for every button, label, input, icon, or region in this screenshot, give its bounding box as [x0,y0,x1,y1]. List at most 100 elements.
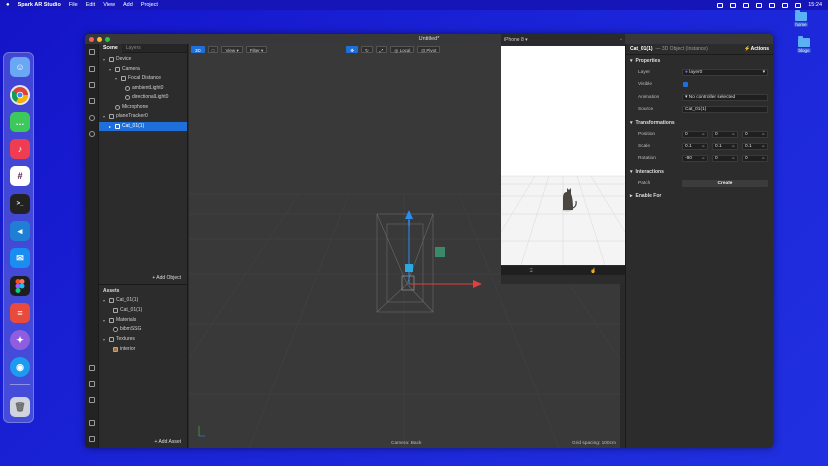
stepper-icon[interactable]: ◂▸ [761,144,765,149]
tree-item-focal-distance[interactable]: ▾ Focal Distance [115,74,187,83]
scene-panel-icon[interactable] [89,49,95,55]
console-icon[interactable] [89,436,95,442]
section-properties[interactable]: ▾ Properties [630,58,660,64]
source-field[interactable]: Cat_01(1) [682,106,768,113]
position-z-input[interactable]: 0 ◂▸ [742,131,768,138]
zoom-window-icon[interactable] [105,36,110,42]
scale-x-input[interactable]: 0.1 ◂▸ [682,143,708,150]
spark-ar-icon[interactable]: ✦ [10,330,30,350]
menu-app-name[interactable]: Spark AR Studio [18,2,61,8]
pivot-button[interactable]: ⊡ Pivot [417,46,441,53]
menu-view[interactable]: View [103,2,115,8]
view-2d-button[interactable]: □ [207,46,219,53]
caret-down-icon[interactable]: ▾ [103,296,107,305]
asset-item-material[interactable]: bibmSSG [113,325,187,334]
scale-tool-icon[interactable]: ⤢ [375,46,388,53]
share-icon[interactable] [89,381,95,387]
tree-item-microphone[interactable]: Microphone [115,103,187,112]
slack-icon[interactable]: # [10,166,30,186]
stepper-icon[interactable]: ◂▸ [731,156,735,161]
position-x-input[interactable]: 0 ◂▸ [682,131,708,138]
simulator-screen[interactable] [501,46,625,265]
actions-button[interactable]: ⚡Actions [744,46,769,52]
patch-editor-icon[interactable] [89,98,95,104]
search-icon[interactable] [782,2,789,8]
screen-record-icon[interactable] [717,2,724,8]
stepper-icon[interactable]: ◂▸ [761,156,765,161]
control-center-icon[interactable] [795,2,802,8]
menubar-clock[interactable]: 15:24 [808,2,822,8]
export-icon[interactable] [89,365,95,371]
battery-icon[interactable] [756,2,763,8]
figma-icon[interactable] [10,276,30,296]
tab-scene[interactable]: Scene [99,43,122,53]
local-space-button[interactable]: ◎ Local [390,46,415,53]
caret-down-icon[interactable]: ▾ [103,335,107,344]
section-interactions[interactable]: ▾ Interactions [630,169,664,175]
tree-item-camera[interactable]: ▾ Camera [109,65,187,74]
caret-down-icon[interactable]: ▾ [109,65,113,74]
tree-item-plane-tracker[interactable]: ▾ planeTracker0 [103,112,187,121]
mail-icon[interactable]: ✉ [10,248,30,268]
upload-icon[interactable] [89,397,95,403]
stepper-icon[interactable]: ◂▸ [761,132,765,137]
search-icon[interactable] [89,131,95,137]
list-icon[interactable] [89,420,95,426]
caret-down-icon[interactable]: ▾ [103,316,107,325]
device-selector[interactable]: iPhone 8 ▾ [504,37,528,43]
messages-icon[interactable]: … [10,112,30,132]
dropbox-icon[interactable] [743,2,750,8]
desktop-folder-home[interactable]: home [790,10,812,27]
caret-down-icon[interactable]: ▾ [115,74,119,83]
apple-menu-icon[interactable]: ● [6,2,10,8]
vscode-icon[interactable]: ◂ [10,221,30,241]
move-tool-icon[interactable]: ✥ [346,46,359,53]
finder-icon[interactable]: ☺ [10,57,30,77]
terminal-icon[interactable]: >_ [10,194,30,214]
asset-item-cat-mesh[interactable]: Cat_01(1) [113,306,187,315]
add-object-button[interactable]: + Add Object [152,275,181,281]
desktop-folder-blogo[interactable]: blogo [793,36,815,53]
create-patch-button[interactable]: Create [682,180,768,187]
rotation-z-input[interactable]: 0 ◂▸ [742,155,768,162]
menu-add[interactable]: Add [123,2,133,8]
position-y-input[interactable]: 0 ◂▸ [712,131,738,138]
view-menu-button[interactable]: View ▾ [221,46,243,53]
scale-z-input[interactable]: 0.1 ◂▸ [742,143,768,150]
asset-item-materials[interactable]: ▾ Materials [103,316,187,325]
stepper-icon[interactable]: ◂▸ [731,144,735,149]
caret-down-icon[interactable]: ▾ [103,112,107,121]
filter-menu-button[interactable]: Filter ▾ [245,46,268,53]
section-transformations[interactable]: ▾ Transformations [630,120,675,126]
tweetbot-icon[interactable]: ◉ [10,357,30,377]
camera-icon[interactable] [89,66,95,72]
touch-icon[interactable]: ☝ [590,268,596,274]
tree-item-ambient-light[interactable]: ambientLight0 [125,84,187,93]
music-icon[interactable]: ♪ [10,139,30,159]
scale-y-input[interactable]: 0.1 ◂▸ [712,143,738,150]
grid-icon[interactable] [89,82,95,88]
screenshot-icon[interactable]: ⌻ [530,268,533,274]
tree-item-cat-selected[interactable]: ▸ Cat_01(1) [99,122,187,131]
caret-down-icon[interactable]: ▾ [103,55,107,64]
stepper-icon[interactable]: ◂▸ [731,132,735,137]
add-asset-button[interactable]: + Add Asset [154,439,181,445]
minimize-window-icon[interactable] [97,36,102,42]
wifi-icon[interactable] [769,2,776,8]
tab-layers[interactable]: Layers [122,44,145,53]
asset-item-textures[interactable]: ▾ Textures [103,335,187,344]
stepper-icon[interactable]: ◂▸ [701,156,705,161]
stepper-icon[interactable]: ◂▸ [701,144,705,149]
chrome-icon[interactable] [10,85,30,105]
stepper-icon[interactable]: ◂▸ [701,132,705,137]
caret-right-icon[interactable]: ▸ [109,122,113,131]
close-window-icon[interactable] [89,36,94,42]
rotate-tool-icon[interactable]: ↻ [361,46,373,53]
menu-edit[interactable]: Edit [86,2,95,8]
refresh-icon[interactable] [89,115,95,121]
asset-item-texture[interactable]: interior [113,345,187,354]
asset-item-cat[interactable]: ▾ Cat_01(1) [103,296,187,305]
tree-item-device[interactable]: ▾ Device [103,55,187,64]
menu-file[interactable]: File [69,2,78,8]
layer-select[interactable]: ● layer0 ▾ [682,69,768,76]
